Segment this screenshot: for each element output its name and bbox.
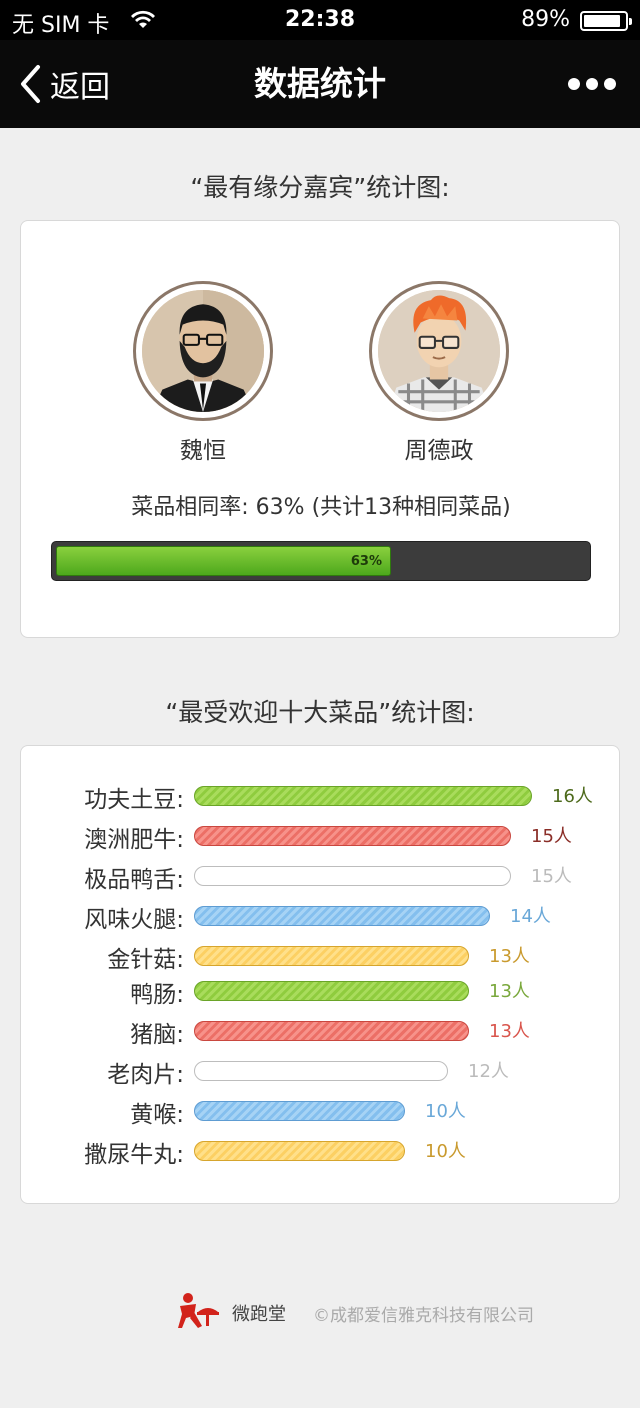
dish-row: 鸭肠: 13人 <box>21 971 621 1011</box>
status-bar: 无 SIM 卡 22:38 89% <box>0 0 640 40</box>
chevron-left-icon <box>21 65 40 103</box>
dish-bar <box>194 981 469 1001</box>
similarity-text: 菜品相同率: 63% (共计13种相同菜品) <box>131 495 511 520</box>
dish-bar <box>194 1141 405 1161</box>
footer: 微跑堂 ©成都爱信雅克科技有限公司 <box>0 1290 640 1334</box>
dish-count-label: 10人 <box>425 1101 466 1122</box>
bearded-man-avatar-icon <box>142 290 264 412</box>
dishes-card: 功夫土豆: 16人 澳洲肥牛: 15人 极品鸭舌: 15人 风味火腿: 14人 金针菇: 13人鸭… <box>20 745 620 1204</box>
more-dot-icon <box>568 78 580 90</box>
guests-card: 魏恒 周德政 菜品相同率: 63% (共计13种相同菜品) 63% <box>20 220 620 638</box>
dishes-section-title: “最受欢迎十大菜品”统计图: <box>165 698 475 727</box>
dish-count-label: 10人 <box>425 1141 466 1162</box>
similarity-progress-fill: 63% <box>56 546 391 576</box>
dish-name: 鸭肠: <box>130 982 184 1008</box>
dish-row: 黄喉: 10人 <box>21 1091 621 1131</box>
copyright-text: ©成都爱信雅克科技有限公司 <box>313 1306 534 1326</box>
dish-name: 撒尿牛丸: <box>84 1142 184 1168</box>
back-label: 返回 <box>50 70 110 105</box>
guest-2[interactable]: 周德政 <box>369 281 509 465</box>
dish-name: 金针菇: <box>107 947 184 973</box>
progress-label: 63% <box>350 554 382 569</box>
dish-bar <box>194 1101 405 1121</box>
dish-row: 老肉片: 12人 <box>21 1051 621 1091</box>
dish-name: 老肉片: <box>107 1062 184 1088</box>
dish-count-label: 16人 <box>552 786 593 807</box>
dish-bar <box>194 786 532 806</box>
avatar <box>369 281 509 421</box>
avatar <box>133 281 273 421</box>
guest-name: 魏恒 <box>180 438 226 464</box>
nav-bar: 返回 数据统计 <box>0 40 640 128</box>
dish-row: 撒尿牛丸: 10人 <box>21 1131 621 1171</box>
dish-count-label: 12人 <box>468 1061 509 1082</box>
dish-count-label: 13人 <box>489 1021 530 1042</box>
more-dot-icon <box>604 78 616 90</box>
dish-name: 极品鸭舌: <box>84 867 184 893</box>
dish-bar <box>194 866 511 886</box>
dish-row: 猪脑: 13人 <box>21 1011 621 1051</box>
dish-name: 功夫土豆: <box>84 787 184 813</box>
more-menu-button[interactable] <box>568 76 616 92</box>
waiter-logo-icon <box>178 1293 219 1328</box>
dish-count-label: 14人 <box>510 906 551 927</box>
dish-name: 猪脑: <box>130 1022 184 1048</box>
dish-bar <box>194 826 511 846</box>
back-button[interactable]: 返回 <box>18 62 110 106</box>
dish-bar <box>194 946 469 966</box>
dish-count-label: 15人 <box>531 826 572 847</box>
dish-row: 功夫土豆: 16人 <box>21 776 621 816</box>
dish-name: 黄喉: <box>130 1102 184 1128</box>
dish-bar <box>194 906 490 926</box>
guests-section-title: “最有缘分嘉宾”统计图: <box>190 173 450 202</box>
dish-row: 澳洲肥牛: 15人 <box>21 816 621 856</box>
guest-1[interactable]: 魏恒 <box>133 281 273 465</box>
guest-name: 周德政 <box>404 438 474 464</box>
dish-count-label: 13人 <box>489 946 530 967</box>
battery-icon <box>580 11 632 31</box>
dish-row: 风味火腿: 14人 <box>21 896 621 936</box>
dish-bar <box>194 1021 469 1041</box>
dish-count-label: 15人 <box>531 866 572 887</box>
dish-name: 澳洲肥牛: <box>84 827 184 853</box>
similarity-progress-bar: 63% <box>51 541 591 581</box>
dish-row: 极品鸭舌: 15人 <box>21 856 621 896</box>
dish-bar <box>194 1061 448 1081</box>
dish-row: 金针菇: 13人 <box>21 936 621 976</box>
red-haired-man-avatar-icon <box>378 290 500 412</box>
dish-count-label: 13人 <box>489 981 530 1002</box>
more-dot-icon <box>586 78 598 90</box>
dish-name: 风味火腿: <box>84 907 184 933</box>
brand-name: 微跑堂 <box>232 1304 286 1325</box>
battery-percent: 89% <box>521 7 570 32</box>
